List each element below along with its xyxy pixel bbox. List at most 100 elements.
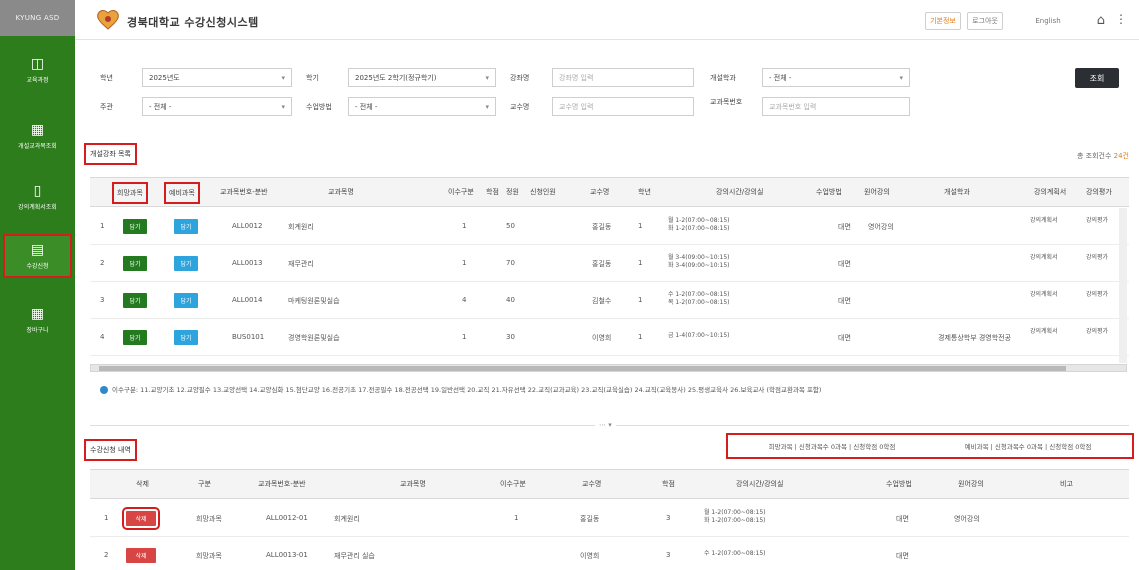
request-kind: 희망과목 <box>196 552 222 560</box>
col-capacity: 정원 <box>506 188 519 196</box>
col-note: 비고 <box>1060 480 1073 488</box>
chevron-down-icon: ▾ <box>485 102 489 111</box>
course-year: 1 <box>638 259 643 267</box>
sidebar-item-syllabus[interactable]: ▯ 강의계획서조회 <box>0 183 75 211</box>
sidebar-item-courses[interactable]: ▦ 개설교과목조회 <box>0 122 75 150</box>
col-credit: 학점 <box>662 480 675 488</box>
request-time: 월 1-2(07:00~08:15) 화 1-2(07:00~08:15) <box>704 509 766 525</box>
method-select-value: - 전체 - <box>355 102 378 111</box>
chevron-down-icon: ▾ <box>281 102 285 111</box>
term-select[interactable]: 2025년도 2학기(정규학기) ▾ <box>348 68 496 87</box>
syllabus-link[interactable]: 강의계획서 <box>1030 328 1058 336</box>
add-wish-button[interactable]: 담기 <box>123 293 147 308</box>
request-table-header: 삭제 구분 교과목번호-분반 교과목명 이수구분 교수명 학점 강의시간/강의실… <box>90 469 1129 499</box>
table-row: 1 삭제 희망과목 ALL0012-01 회계원리 1 홍길동 3 월 1-2(… <box>90 500 1129 537</box>
course-name-input[interactable]: 강좌명 입력 <box>552 68 694 87</box>
filter-label-dept: 개설학과 <box>710 74 736 82</box>
row-number: 4 <box>100 333 105 341</box>
course-code: ALL0014 <box>232 296 263 304</box>
course-time: 수 1-2(07:00~08:15) 목 1-2(07:00~08:15) <box>668 291 730 307</box>
language-button[interactable]: English <box>1030 12 1066 30</box>
row-number: 1 <box>100 222 105 230</box>
horizontal-scrollbar[interactable] <box>90 364 1127 372</box>
col-type: 이수구분 <box>500 480 526 488</box>
sidebar: KYUNG ASD ◫ 교육과정 ▦ 개설교과목조회 ▯ 강의계획서조회 ▤ 수… <box>0 0 75 570</box>
filter-label-method: 수업방법 <box>306 103 332 111</box>
syllabus-link[interactable]: 강의계획서 <box>1030 254 1058 262</box>
more-icon[interactable]: ⋮ <box>1115 12 1127 26</box>
add-reserve-button[interactable]: 담기 <box>174 219 198 234</box>
search-filters: 학년 2025년도 ▾ 학기 2025년도 2학기(정규학기) ▾ 강좌명 강좌명 … <box>100 62 1130 124</box>
splitter-handle-icon[interactable]: ⋯ ▾ <box>595 421 616 429</box>
add-wish-button[interactable]: 담기 <box>123 256 147 271</box>
col-kind: 구분 <box>198 480 211 488</box>
add-reserve-button[interactable]: 담기 <box>174 256 198 271</box>
university-logo[interactable] <box>95 9 121 31</box>
profile-button[interactable]: 기본정보 <box>925 12 961 30</box>
request-name: 회계원리 <box>334 515 360 523</box>
syllabus-link[interactable]: 강의계획서 <box>1030 217 1058 225</box>
col-wish: 희망과목 <box>112 182 148 204</box>
sidebar-item-label: 교육과정 <box>26 77 49 84</box>
course-code: ALL0012 <box>232 222 263 230</box>
sidebar-item-curriculum[interactable]: ◫ 교육과정 <box>0 56 75 84</box>
col-plan: 강의계획서 <box>1034 188 1067 196</box>
year-select-value: 2025년도 <box>149 73 180 82</box>
evaluation-link[interactable]: 강의평가 <box>1086 217 1108 225</box>
scrollbar-thumb[interactable] <box>99 366 1066 371</box>
home-icon[interactable]: ⌂ <box>1097 13 1105 28</box>
delete-button[interactable]: 삭제 <box>122 507 160 530</box>
course-code: BUS0101 <box>232 333 265 341</box>
evaluation-link[interactable]: 강의평가 <box>1086 254 1108 262</box>
course-time-line: 월 1-2(07:00~08:15) <box>668 217 730 224</box>
request-professor: 이영희 <box>580 552 600 560</box>
row-number: 2 <box>104 551 109 559</box>
course-list-title: 개설강좌 목록 <box>84 143 137 165</box>
reserve-summary: 예비과목 | 신청과목수 0과목 | 신청학점 0학점 <box>964 443 1092 451</box>
course-method: 대면 <box>838 297 851 305</box>
course-method: 대면 <box>838 334 851 342</box>
wish-summary: 희망과목 | 신청과목수 0과목 | 신청학점 0학점 <box>768 443 896 451</box>
method-select[interactable]: - 전체 - ▾ <box>348 97 496 116</box>
add-wish-button[interactable]: 담기 <box>123 219 147 234</box>
request-table: 삭제 구분 교과목번호-분반 교과목명 이수구분 교수명 학점 강의시간/강의실… <box>90 469 1129 570</box>
request-time-line: 수 1-2(07:00~08:15) <box>704 550 766 557</box>
delete-button[interactable]: 삭제 <box>126 548 156 563</box>
sidebar-item-cart[interactable]: ▦ 장바구니 <box>0 306 75 334</box>
row-number: 2 <box>100 259 105 267</box>
grid-icon: ▦ <box>30 306 45 322</box>
sidebar-item-registration[interactable]: ▤ 수강신청 <box>3 234 72 278</box>
logout-button[interactable]: 로그아웃 <box>967 12 1003 30</box>
notice-text: 이수구분: 11.교양기초 12.교양필수 13.교양선택 14.교양심화 15… <box>112 386 822 394</box>
syllabus-link[interactable]: 강의계획서 <box>1030 291 1058 299</box>
host-select[interactable]: - 전체 - ▾ <box>142 97 292 116</box>
course-capacity: 40 <box>506 296 515 304</box>
course-count-value: 24건 <box>1113 152 1129 160</box>
course-professor: 이영희 <box>592 334 612 342</box>
book-icon: ▯ <box>33 183 42 199</box>
add-reserve-button[interactable]: 담기 <box>174 330 198 345</box>
col-time: 강의시간/강의실 <box>716 188 764 196</box>
chevron-down-icon: ▾ <box>899 73 903 82</box>
add-wish-button[interactable]: 담기 <box>123 330 147 345</box>
filter-label-course-name: 강좌명 <box>510 74 530 82</box>
form-icon: ▤ <box>30 242 45 258</box>
col-lang: 원어강의 <box>864 188 890 196</box>
course-time-line: 월 3-4(09:00~10:15) <box>668 254 730 261</box>
search-button[interactable]: 조회 <box>1075 68 1119 88</box>
dept-select[interactable]: - 전체 - ▾ <box>762 68 910 87</box>
request-method: 대면 <box>896 515 909 523</box>
vertical-scrollbar[interactable] <box>1119 208 1127 363</box>
course-code-input[interactable]: 교과목번호 입력 <box>762 97 910 116</box>
request-credit: 3 <box>666 551 671 559</box>
professor-input[interactable]: 교수명 입력 <box>552 97 694 116</box>
app-title: 경북대학교 수강신청시스템 <box>127 16 259 29</box>
year-select[interactable]: 2025년도 ▾ <box>142 68 292 87</box>
term-select-value: 2025년도 2학기(정규학기) <box>355 73 437 82</box>
col-time: 강의시간/강의실 <box>736 480 784 488</box>
evaluation-link[interactable]: 강의평가 <box>1086 328 1108 336</box>
col-lang: 원어강의 <box>958 480 984 488</box>
add-reserve-button[interactable]: 담기 <box>174 293 198 308</box>
course-time-line: 목 1-2(07:00~08:15) <box>668 299 730 306</box>
evaluation-link[interactable]: 강의평가 <box>1086 291 1108 299</box>
